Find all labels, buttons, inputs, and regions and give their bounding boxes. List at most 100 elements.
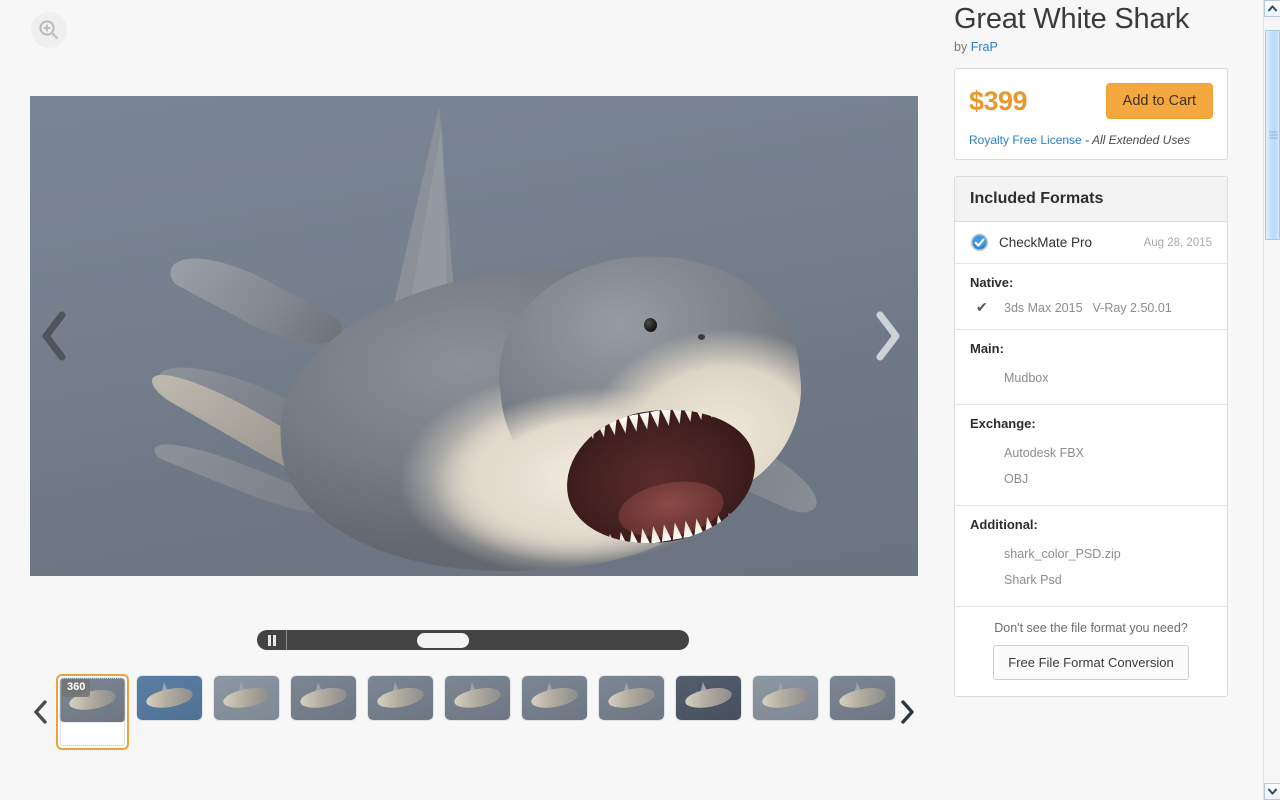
thumbnail-shark (145, 686, 194, 710)
royalty-free-license-link[interactable]: Royalty Free License (969, 133, 1082, 147)
format-section: Native: ✔ 3ds Max 2015 V-Ray 2.50.01 (955, 264, 1227, 331)
thumbnail-cell[interactable] (753, 676, 822, 748)
checkmate-badge-icon (970, 233, 989, 252)
format-sections: Native: ✔ 3ds Max 2015 V-Ray 2.50.01 Main: Mu… (955, 264, 1227, 608)
format-section: Additional: shark_color_PSD.zip Shark Psd (955, 506, 1227, 608)
thumbnail-shark (299, 686, 348, 710)
thumbnail-shark (838, 686, 887, 710)
playback-track[interactable] (287, 630, 689, 650)
chevron-down-icon (1268, 788, 1277, 795)
chevron-right-icon (901, 700, 914, 724)
byline-prefix: by (954, 40, 968, 55)
thumbnail-cell[interactable] (522, 676, 591, 748)
thumbnail-cell[interactable] (291, 676, 360, 748)
free-file-format-conversion-button[interactable]: Free File Format Conversion (993, 645, 1189, 681)
badge-360: 360 (62, 679, 91, 697)
scroll-up-button[interactable] (1264, 0, 1280, 17)
thumbnail-shark (222, 686, 271, 710)
format-section: Exchange: Autodesk FBX OBJ (955, 405, 1227, 507)
thumbnail-cell[interactable] (368, 676, 437, 748)
chevron-left-icon (42, 311, 66, 361)
previous-image-button[interactable] (26, 296, 84, 376)
thumb-shark-side-right[interactable] (830, 676, 895, 720)
format-section-label: Main: (970, 341, 1004, 357)
thumb-shark-top-blue[interactable] (137, 676, 202, 720)
checkmate-row[interactable]: CheckMate Pro Aug 28, 2015 (955, 222, 1227, 265)
checkmate-label: CheckMate Pro (999, 235, 1093, 251)
thumbnail-shark (376, 686, 425, 710)
purchase-card: $399 Add to Cart Royalty Free License - … (954, 68, 1228, 161)
shark-render (30, 96, 918, 576)
thumbnail-shark (684, 686, 733, 710)
thumb-shark-diagonal-dark[interactable] (676, 676, 741, 720)
format-inline-row: ✔ 3ds Max 2015 V-Ray 2.50.01 (970, 299, 1212, 316)
format-item: OBJ (1004, 472, 1029, 487)
price: $399 (969, 85, 1028, 116)
magnifier-plus-icon (39, 20, 59, 40)
format-item: V-Ray 2.50.01 (1092, 300, 1172, 315)
pause-icon (267, 634, 271, 646)
included-formats-card: Included Formats CheckMate Pro Aug 28, 2… (954, 176, 1228, 698)
thumbnail-list[interactable]: 360 (52, 672, 896, 752)
zoom-in-icon[interactable] (31, 12, 67, 48)
thumb-shark-front-left[interactable] (291, 676, 356, 720)
format-item: 3ds Max 2015 (1004, 300, 1083, 315)
add-to-cart-button[interactable]: Add to Cart (1105, 83, 1213, 120)
media-viewer-column: 360 (0, 0, 940, 800)
scrollbar-grip (1269, 131, 1278, 139)
pause-button[interactable] (257, 630, 287, 650)
format-item: Shark Psd (1004, 573, 1062, 588)
chevron-up-icon (1268, 5, 1277, 12)
format-section-label: Exchange: (970, 416, 1036, 432)
thumbnail-shark (453, 686, 502, 710)
thumbnail-shark (607, 686, 656, 710)
thumbnail-shark (761, 686, 810, 710)
thumbnail-cell[interactable]: 360 (56, 674, 129, 750)
thumbnail-prev-button[interactable] (30, 692, 52, 732)
product-sidebar: Great White Shark by FraP $399 Add to Ca… (940, 0, 1240, 800)
chevron-right-icon (876, 311, 900, 361)
purchase-row: $399 Add to Cart (969, 83, 1213, 120)
format-item: shark_color_PSD.zip (1004, 547, 1121, 562)
product-image-stage[interactable] (30, 96, 918, 576)
page-scrollbar[interactable] (1263, 0, 1280, 800)
author-link[interactable]: FraP (971, 40, 998, 54)
thumbnail-next-button[interactable] (896, 692, 918, 732)
conversion-question: Don't see the file format you need? (994, 621, 1188, 636)
checkmark-icon: ✔ (976, 299, 988, 316)
thumbnail-cell[interactable] (676, 676, 745, 748)
thumb-shark-swimming[interactable] (599, 676, 664, 720)
thumbnail-shark (530, 686, 579, 710)
thumbnail-cell[interactable] (830, 676, 896, 748)
thumb-shark-mouth-open[interactable] (368, 676, 433, 720)
thumb-shark-profile[interactable] (522, 676, 587, 720)
scrollbar-thumb[interactable] (1265, 30, 1280, 240)
playback-slider-handle[interactable] (417, 633, 469, 648)
thumbnail-cell[interactable] (445, 676, 514, 748)
thumbnail-strip: 360 (30, 672, 918, 752)
checkmate-date: Aug 28, 2015 (1143, 236, 1212, 249)
byline: by FraP (954, 40, 1228, 54)
scroll-down-button[interactable] (1264, 783, 1280, 800)
format-item: Mudbox (1004, 371, 1049, 386)
product-page: 360 Great White Shark by FraP $399 Add t… (0, 0, 1280, 800)
thumb-shark-side-pale[interactable] (214, 676, 279, 720)
format-section-label: Native: (970, 275, 1014, 291)
license-row: Royalty Free License - All Extended Uses (969, 133, 1213, 147)
file-conversion-block: Don't see the file format you need? Free… (955, 607, 1227, 696)
thumbnail-cell[interactable] (137, 676, 206, 748)
chevron-left-icon (34, 700, 47, 724)
format-section-label: Additional: (970, 517, 1038, 533)
page-title: Great White Shark (954, 3, 1190, 35)
next-image-button[interactable] (858, 296, 916, 376)
format-section: Main: Mudbox (955, 330, 1227, 406)
pause-icon (272, 634, 276, 646)
thumbnail-cell[interactable] (214, 676, 283, 748)
license-note: - All Extended Uses (1085, 133, 1190, 148)
thumb-shark-mouth-closeup[interactable] (445, 676, 510, 720)
thumbnail-cell[interactable] (599, 676, 668, 748)
turntable-playback-bar[interactable] (257, 630, 689, 650)
thumb-shark-jaws[interactable] (753, 676, 818, 720)
format-item: Autodesk FBX (1004, 446, 1084, 461)
included-formats-heading: Included Formats (955, 177, 1227, 223)
